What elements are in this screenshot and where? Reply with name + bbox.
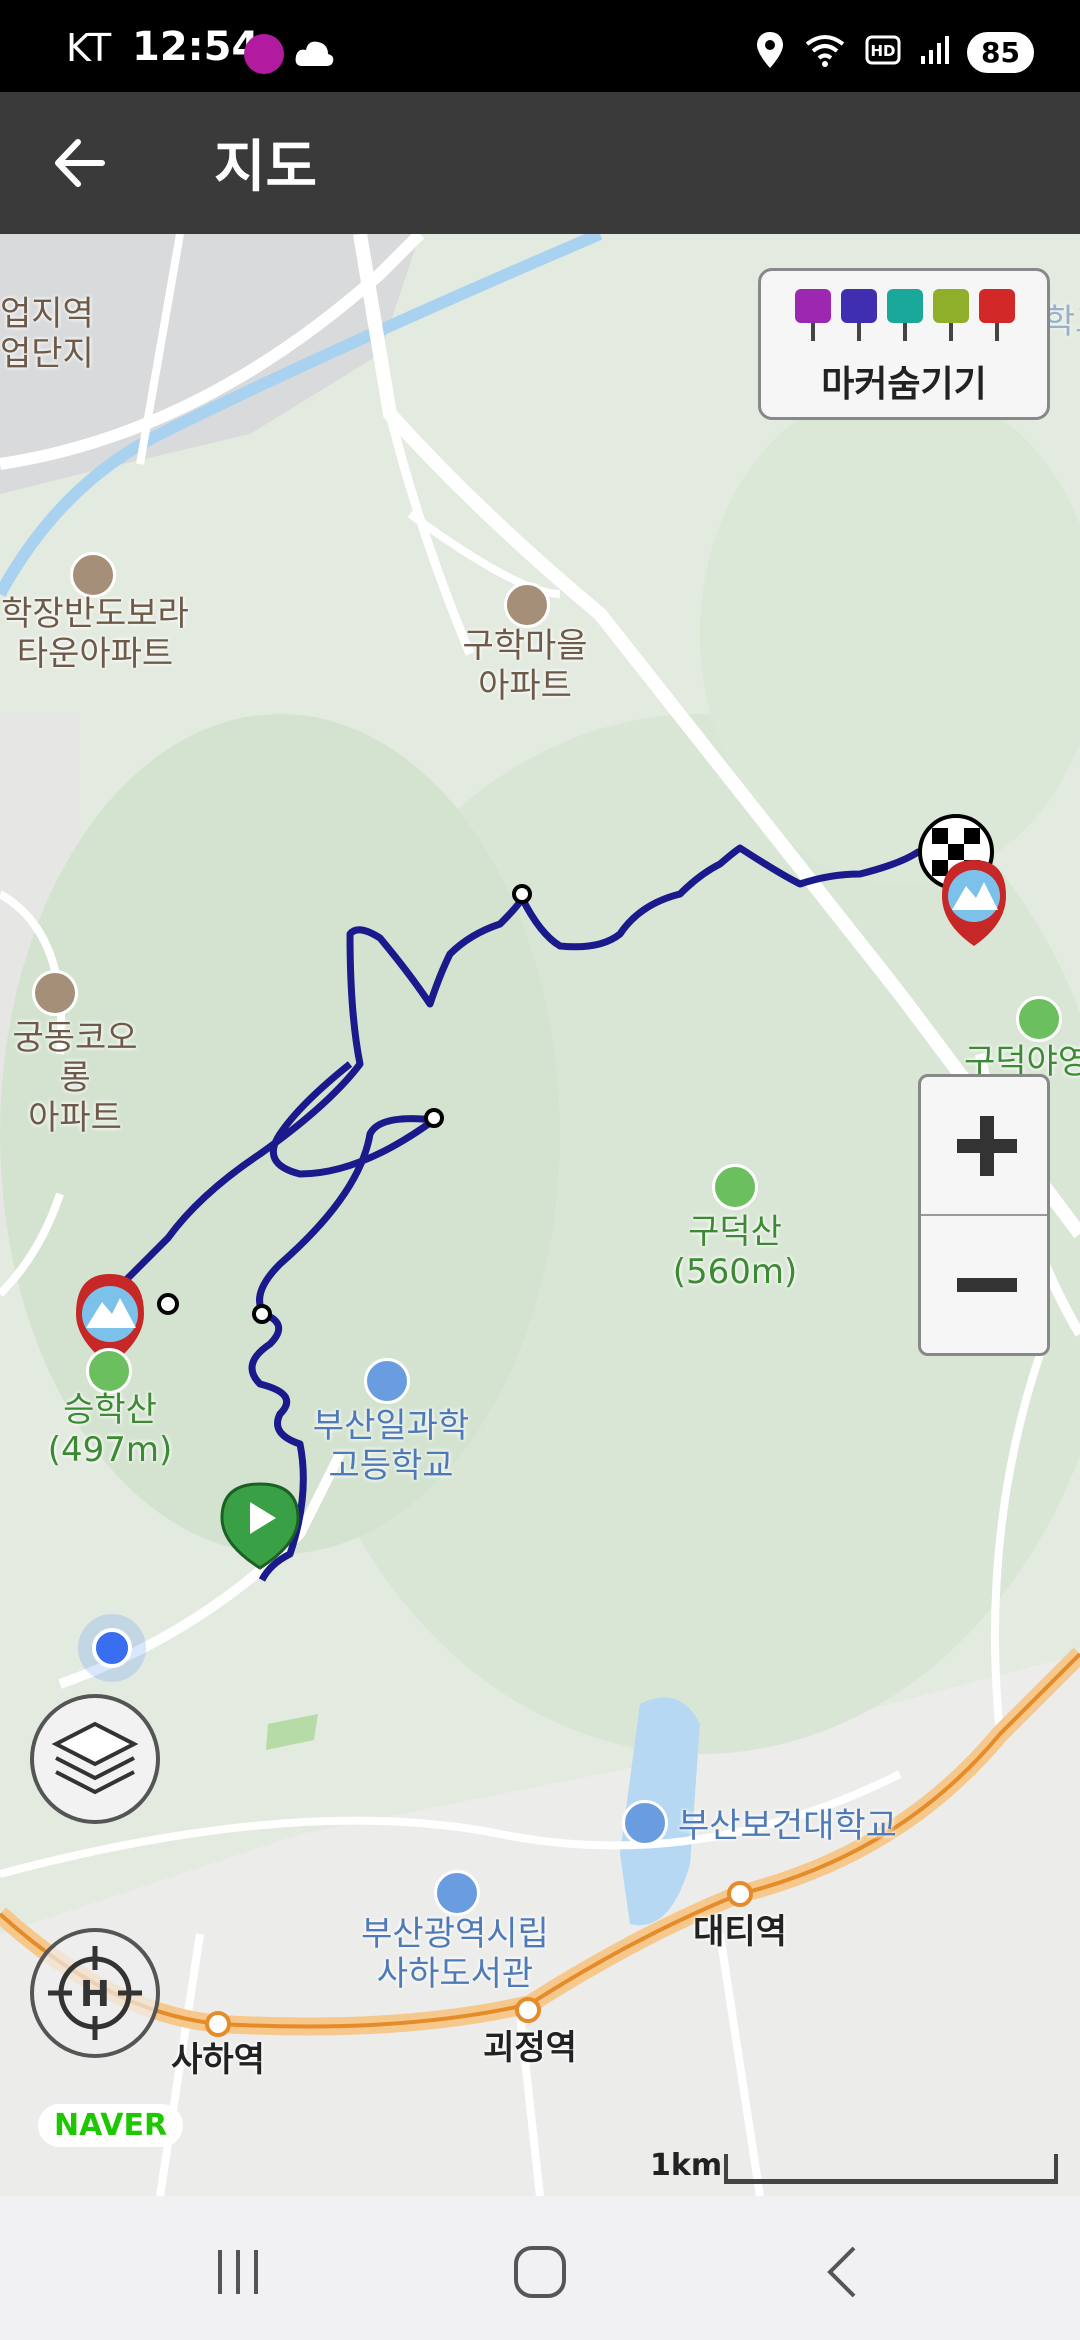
station-label-saha: 사하역 xyxy=(171,2040,265,2080)
station-label-daeti: 대티역 xyxy=(693,1912,787,1952)
mountain-label-seunghak: 승학산 (497m) xyxy=(47,1390,173,1470)
battery-indicator: 85 xyxy=(967,31,1034,73)
marker-type-icons xyxy=(795,289,1015,341)
hd-icon: HD xyxy=(865,35,901,69)
clock: 12:54 xyxy=(132,24,260,70)
scale-label: 1km xyxy=(650,2148,723,2183)
system-nav-bar xyxy=(0,2196,1080,2340)
cloud-icon xyxy=(292,34,334,74)
naver-logo: NAVER xyxy=(38,2104,184,2147)
school-icon xyxy=(364,1358,410,1404)
zoom-out-button[interactable] xyxy=(921,1216,1047,1355)
mountain-icon xyxy=(712,1164,758,1210)
video-icon xyxy=(841,289,877,341)
marker-hide-label: 마커숨기기 xyxy=(821,364,987,405)
apartment-icon xyxy=(32,970,78,1016)
carrier-label: KT xyxy=(66,26,112,70)
busan-app-icon xyxy=(244,34,284,74)
station-label-goejeong: 괴정역 xyxy=(483,2028,577,2068)
campsite-icon xyxy=(1016,996,1062,1042)
svg-text:HD: HD xyxy=(871,42,896,60)
app-bar: 지도 xyxy=(0,92,1080,234)
pointer-icon xyxy=(979,289,1015,341)
recenter-home-button[interactable]: H xyxy=(30,1928,160,2058)
status-icons: HD 85 xyxy=(755,30,1034,74)
back-nav-icon[interactable] xyxy=(814,2242,874,2302)
location-icon xyxy=(755,30,785,74)
layers-icon xyxy=(51,1721,139,1795)
mountain-label-gudeok: 구덕산 (560m) xyxy=(672,1212,798,1292)
place-label-apt-guhak: 구학마을 아파트 xyxy=(462,626,588,706)
university-icon xyxy=(622,1800,668,1846)
apartment-icon xyxy=(504,582,550,628)
scale-bar xyxy=(724,2154,1058,2184)
mountain-icon xyxy=(86,1348,132,1394)
place-label-school: 부산일과학 고등학교 xyxy=(312,1406,470,1486)
layers-button[interactable] xyxy=(30,1694,160,1824)
camera-icon xyxy=(795,289,831,341)
arrow-left-icon[interactable] xyxy=(46,128,116,198)
map-view[interactable]: 업지역 업단지 학장반도보라 타운아파트 구학마을 아파트 궁동코오롱 아파트 … xyxy=(0,234,1080,2196)
plus-icon xyxy=(957,1116,1017,1176)
recent-apps-icon[interactable] xyxy=(208,2242,268,2302)
signal-icon xyxy=(919,34,950,70)
page-title: 지도 xyxy=(214,135,318,200)
place-label-health-univ: 부산보건대학교 xyxy=(678,1806,897,1846)
crosshair-icon: H xyxy=(48,1946,142,2040)
zoom-control xyxy=(918,1074,1050,1356)
svg-text:H: H xyxy=(80,1974,110,2015)
home-icon[interactable] xyxy=(510,2242,570,2302)
minus-icon xyxy=(957,1278,1017,1292)
apartment-icon xyxy=(70,552,116,598)
wifi-icon xyxy=(803,32,847,72)
place-label-apt-bora: 학장반도보라 타운아파트 xyxy=(1,594,189,674)
mic-icon xyxy=(887,289,923,341)
place-label-apt-kolon: 궁동코오롱 아파트 xyxy=(12,1018,138,1138)
note-icon xyxy=(933,289,969,341)
library-icon xyxy=(434,1870,480,1916)
place-label-industrial: 업지역 업단지 xyxy=(0,294,94,374)
place-label-library: 부산광역시립 사하도서관 xyxy=(361,1914,549,1994)
marker-hide-button[interactable]: 마커숨기기 xyxy=(758,268,1050,420)
status-bar: KT 12:54 HD 85 xyxy=(0,0,1080,92)
zoom-in-button[interactable] xyxy=(921,1077,1047,1216)
